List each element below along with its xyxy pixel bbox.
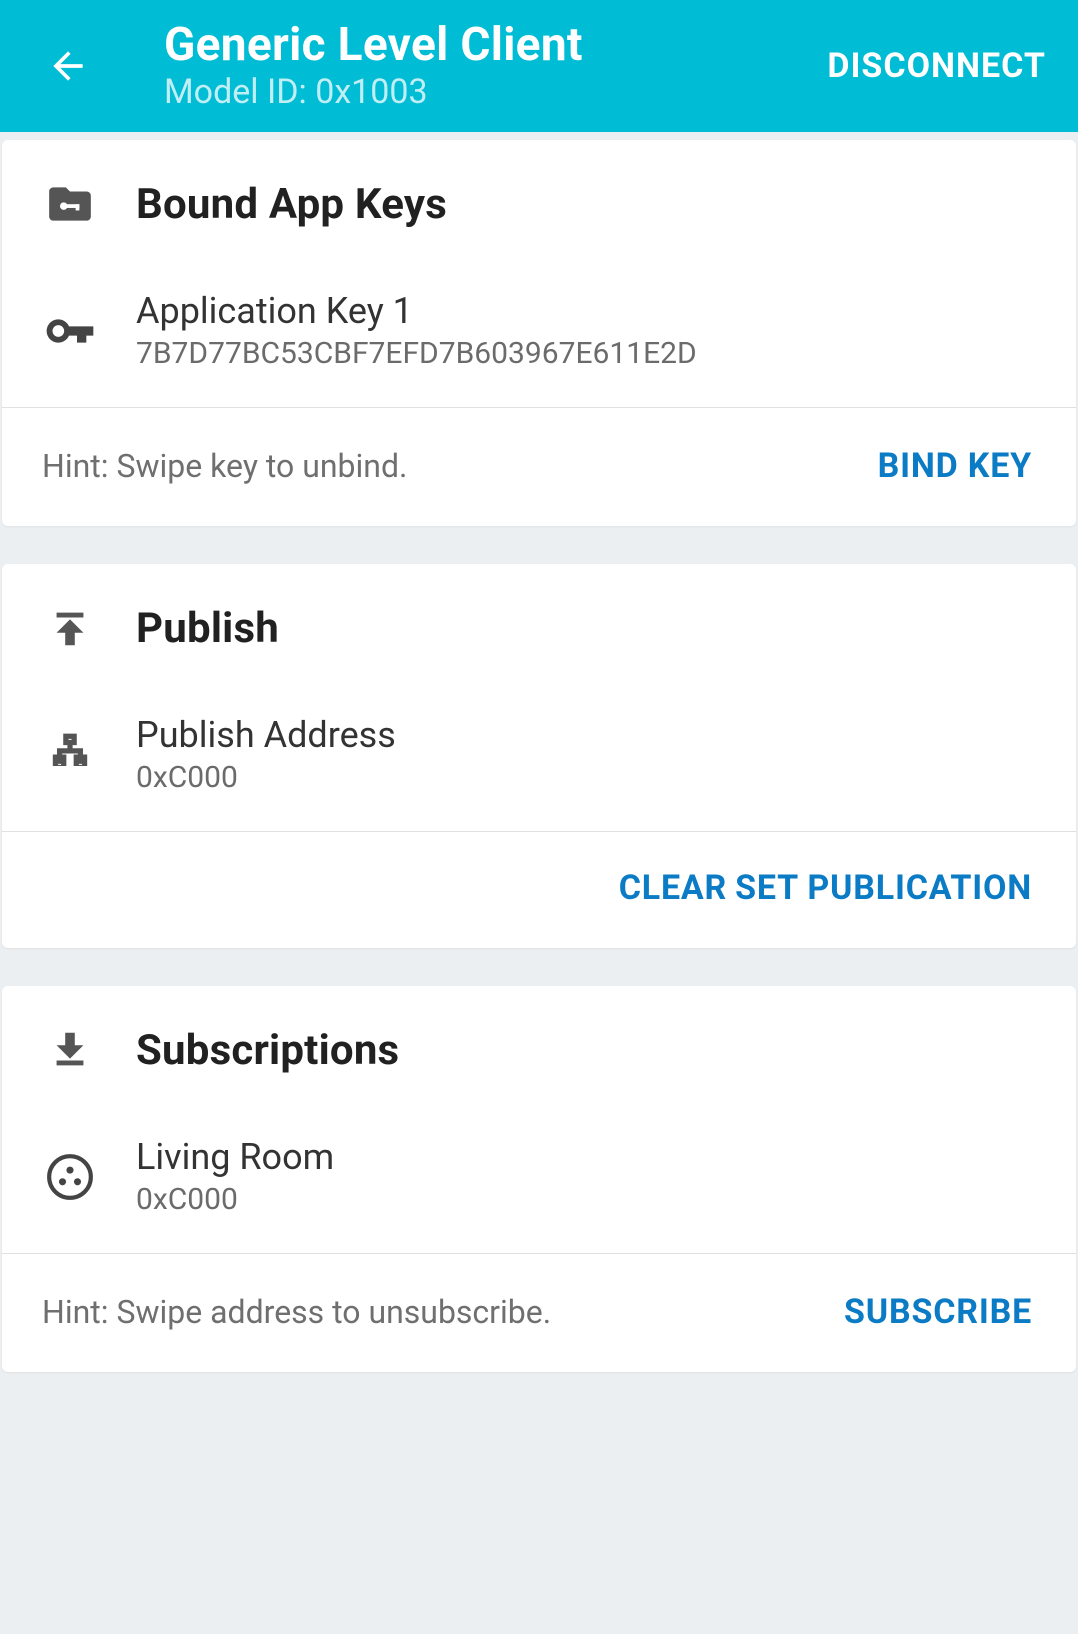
unsubscribe-hint: Hint: Swipe address to unsubscribe. bbox=[42, 1293, 840, 1331]
arrow-left-icon bbox=[46, 44, 90, 88]
unbind-hint: Hint: Swipe key to unbind. bbox=[42, 447, 874, 485]
bound-keys-footer: Hint: Swipe key to unbind. BIND KEY bbox=[2, 408, 1076, 526]
app-header: Generic Level Client Model ID: 0x1003 DI… bbox=[0, 0, 1078, 132]
publish-title: Publish bbox=[136, 604, 279, 653]
subscriptions-card: Subscriptions Living Room 0xC000 Hint: S… bbox=[2, 986, 1076, 1372]
bound-keys-section-header: Bound App Keys bbox=[2, 140, 1076, 262]
key-icon bbox=[42, 303, 98, 359]
app-key-title: Application Key 1 bbox=[136, 290, 1036, 332]
disconnect-button[interactable]: DISCONNECT bbox=[823, 38, 1050, 94]
subscription-value: 0xC000 bbox=[136, 1182, 1036, 1217]
app-key-row[interactable]: Application Key 1 7B7D77BC53CBF7EFD7B603… bbox=[2, 262, 1076, 399]
clear-button[interactable]: CLEAR bbox=[615, 862, 731, 914]
app-key-value: 7B7D77BC53CBF7EFD7B603967E611E2D bbox=[136, 336, 1036, 371]
publish-address-row[interactable]: Publish Address 0xC000 bbox=[2, 686, 1076, 823]
bound-keys-title: Bound App Keys bbox=[136, 180, 447, 229]
subscriptions-section-header: Subscriptions bbox=[2, 986, 1076, 1108]
subscribe-button[interactable]: SUBSCRIBE bbox=[840, 1286, 1036, 1338]
page-title: Generic Level Client bbox=[164, 20, 823, 71]
back-button[interactable] bbox=[44, 42, 92, 90]
page-subtitle: Model ID: 0x1003 bbox=[164, 72, 823, 112]
subscriptions-footer: Hint: Swipe address to unsubscribe. SUBS… bbox=[2, 1254, 1076, 1372]
subscription-title: Living Room bbox=[136, 1136, 1036, 1178]
header-titles: Generic Level Client Model ID: 0x1003 bbox=[164, 20, 823, 113]
bound-keys-card: Bound App Keys Application Key 1 7B7D77B… bbox=[2, 140, 1076, 526]
publish-section-header: Publish bbox=[2, 564, 1076, 686]
group-icon bbox=[42, 1149, 98, 1205]
bind-key-button[interactable]: BIND KEY bbox=[874, 440, 1036, 492]
network-icon bbox=[42, 727, 98, 783]
download-icon bbox=[42, 1022, 98, 1078]
set-publication-button[interactable]: SET PUBLICATION bbox=[731, 862, 1036, 914]
publish-card: Publish Publish Address 0xC000 CLEAR SET… bbox=[2, 564, 1076, 948]
publish-footer: CLEAR SET PUBLICATION bbox=[2, 832, 1076, 948]
subscription-row[interactable]: Living Room 0xC000 bbox=[2, 1108, 1076, 1245]
publish-address-title: Publish Address bbox=[136, 714, 1036, 756]
subscriptions-title: Subscriptions bbox=[136, 1026, 399, 1075]
folder-key-icon bbox=[42, 176, 98, 232]
publish-address-value: 0xC000 bbox=[136, 760, 1036, 795]
publish-icon bbox=[42, 600, 98, 656]
